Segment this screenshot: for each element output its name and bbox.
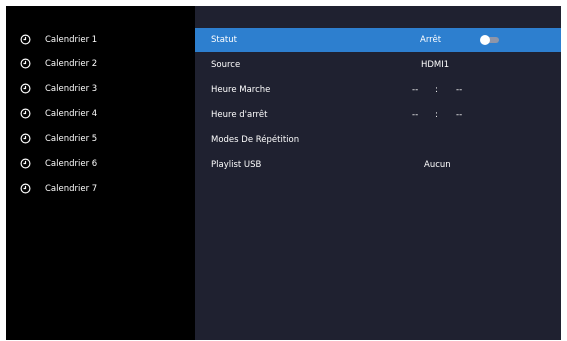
playlist-usb-value: Aucun [424,160,451,170]
start-time-label: Heure Marche [211,85,271,95]
clock-icon [20,108,31,119]
repeat-modes-label: Modes De Répétition [211,135,300,145]
stop-time-separator: : [435,110,438,120]
calendar-item-7[interactable]: Calendrier 7 [6,177,195,201]
calendar-label: Calendrier 4 [45,109,98,119]
calendar-item-3[interactable]: Calendrier 3 [6,77,195,101]
clock-icon [20,158,31,169]
settings-panel: Statut Arrêt Source HDMI1 Heure Marche -… [195,6,561,340]
calendar-label: Calendrier 6 [45,159,98,169]
toggle-knob [480,35,490,45]
clock-icon [20,83,31,94]
start-time-row[interactable]: Heure Marche -- : -- [195,78,561,102]
calendar-item-2[interactable]: Calendrier 2 [6,52,195,76]
start-time-hours[interactable]: -- [412,78,418,102]
start-time-separator: : [435,85,438,95]
calendar-label: Calendrier 2 [45,59,98,69]
source-label: Source [211,60,241,70]
source-value: HDMI1 [421,60,450,70]
status-label: Statut [211,35,237,45]
start-time-minutes[interactable]: -- [456,78,462,102]
status-row[interactable]: Statut Arrêt [195,28,561,52]
clock-icon [20,183,31,194]
calendar-label: Calendrier 7 [45,184,98,194]
calendar-label: Calendrier 3 [45,84,98,94]
clock-icon [20,34,31,45]
repeat-modes-row[interactable]: Modes De Répétition [195,128,561,152]
stop-time-label: Heure d'arrêt [211,110,268,120]
calendar-label: Calendrier 1 [45,35,98,45]
calendar-list: Calendrier 1 Calendrier 2 Calendrier 3 C… [6,6,195,340]
clock-icon [20,58,31,69]
playlist-usb-row[interactable]: Playlist USB Aucun [195,153,561,177]
stop-time-hours[interactable]: -- [412,103,418,127]
calendar-label: Calendrier 5 [45,134,98,144]
playlist-usb-label: Playlist USB [211,160,262,170]
calendar-item-6[interactable]: Calendrier 6 [6,152,195,176]
status-toggle[interactable] [480,35,499,45]
clock-icon [20,133,31,144]
source-row[interactable]: Source HDMI1 [195,53,561,77]
calendar-item-4[interactable]: Calendrier 4 [6,102,195,126]
stop-time-row[interactable]: Heure d'arrêt -- : -- [195,103,561,127]
status-value: Arrêt [420,35,442,45]
stop-time-minutes[interactable]: -- [456,103,462,127]
schedule-screen: Calendrier 1 Calendrier 2 Calendrier 3 C… [6,6,561,340]
calendar-item-5[interactable]: Calendrier 5 [6,127,195,151]
calendar-item-1[interactable]: Calendrier 1 [6,28,195,52]
